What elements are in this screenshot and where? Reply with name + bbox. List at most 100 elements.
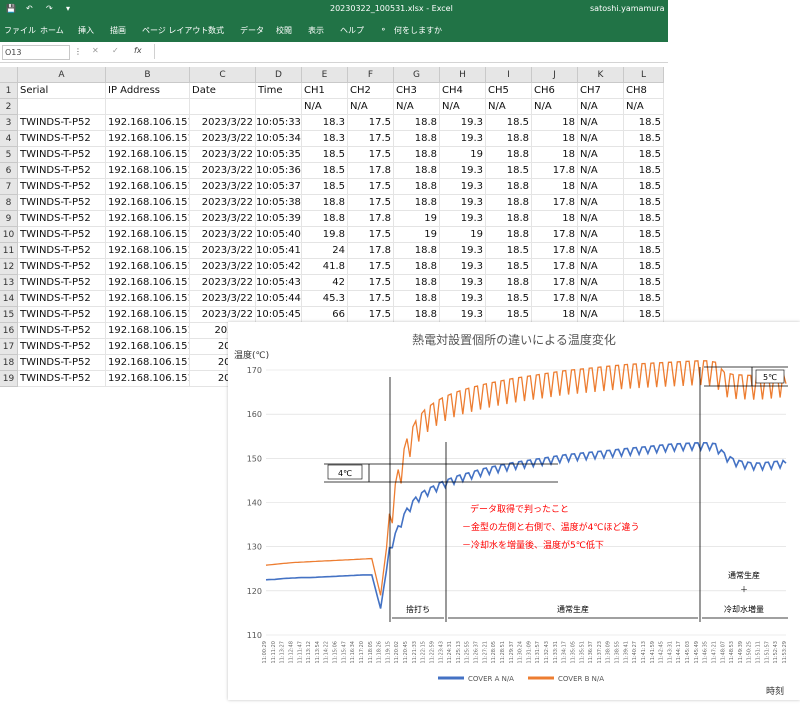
table-cell[interactable]: 18.8 <box>394 147 440 163</box>
tab-insert[interactable]: 挿入 <box>78 25 94 36</box>
table-cell[interactable]: TWINDS-T-P52 <box>18 115 106 131</box>
table-cell[interactable]: CH4 <box>440 83 486 99</box>
row-header[interactable]: 18 <box>0 355 18 371</box>
table-cell[interactable]: 19.3 <box>440 259 486 275</box>
table-cell[interactable]: 18 <box>532 115 578 131</box>
table-cell[interactable]: 18.3 <box>302 115 348 131</box>
table-cell[interactable]: 10:05:45 <box>256 307 302 323</box>
table-cell[interactable]: N/A <box>578 179 624 195</box>
table-cell[interactable] <box>190 99 256 115</box>
table-cell[interactable]: 18.8 <box>486 147 532 163</box>
table-cell[interactable]: 17.8 <box>532 195 578 211</box>
table-cell[interactable]: N/A <box>348 99 394 115</box>
table-cell[interactable]: N/A <box>624 99 664 115</box>
table-cell[interactable]: TWINDS-T-P52 <box>18 323 106 339</box>
redo-icon[interactable]: ↷ <box>46 4 53 13</box>
column-header[interactable]: C <box>190 67 256 83</box>
tab-file[interactable]: ファイル <box>4 25 36 36</box>
table-cell[interactable]: 18.5 <box>624 211 664 227</box>
table-cell[interactable]: TWINDS-T-P52 <box>18 227 106 243</box>
column-header[interactable]: D <box>256 67 302 83</box>
table-cell[interactable]: CH6 <box>532 83 578 99</box>
table-cell[interactable]: N/A <box>578 227 624 243</box>
table-cell[interactable] <box>18 99 106 115</box>
cancel-icon[interactable]: ✕ <box>92 46 99 55</box>
column-header[interactable]: E <box>302 67 348 83</box>
table-cell[interactable]: 17.5 <box>348 179 394 195</box>
table-cell[interactable]: N/A <box>578 163 624 179</box>
table-cell[interactable]: 18 <box>532 179 578 195</box>
table-cell[interactable]: TWINDS-T-P52 <box>18 339 106 355</box>
table-cell[interactable]: 18.5 <box>486 243 532 259</box>
table-cell[interactable]: 17.5 <box>348 131 394 147</box>
table-cell[interactable]: 18.8 <box>394 115 440 131</box>
table-cell[interactable]: 192.168.106.151 <box>106 323 190 339</box>
table-cell[interactable]: 17.8 <box>532 243 578 259</box>
column-header[interactable]: G <box>394 67 440 83</box>
table-cell[interactable]: 41.8 <box>302 259 348 275</box>
table-cell[interactable]: 18.8 <box>394 243 440 259</box>
table-cell[interactable]: 17.5 <box>348 259 394 275</box>
table-cell[interactable]: 17.8 <box>532 163 578 179</box>
table-cell[interactable]: 19.8 <box>302 227 348 243</box>
row-header[interactable]: 17 <box>0 339 18 355</box>
table-cell[interactable]: Date <box>190 83 256 99</box>
row-header[interactable]: 19 <box>0 371 18 387</box>
table-cell[interactable]: N/A <box>302 99 348 115</box>
formula-input[interactable] <box>154 44 667 59</box>
table-cell[interactable]: N/A <box>578 195 624 211</box>
table-cell[interactable]: 2023/3/22 <box>190 275 256 291</box>
table-cell[interactable]: 18 <box>532 131 578 147</box>
table-cell[interactable]: IP Address <box>106 83 190 99</box>
table-cell[interactable]: 19.3 <box>440 179 486 195</box>
table-cell[interactable]: 19.3 <box>440 131 486 147</box>
column-header[interactable]: K <box>578 67 624 83</box>
tab-data[interactable]: データ <box>240 25 264 36</box>
table-cell[interactable]: 2023/3/22 <box>190 179 256 195</box>
table-cell[interactable]: 24 <box>302 243 348 259</box>
table-cell[interactable]: 17.8 <box>348 243 394 259</box>
table-cell[interactable]: 2023/3/22 <box>190 195 256 211</box>
table-cell[interactable]: 17.8 <box>532 259 578 275</box>
table-cell[interactable]: 18.8 <box>394 163 440 179</box>
table-cell[interactable]: N/A <box>440 99 486 115</box>
row-header[interactable]: 7 <box>0 179 18 195</box>
table-cell[interactable]: 192.168.106.151 <box>106 163 190 179</box>
table-cell[interactable]: 18.8 <box>486 131 532 147</box>
tab-view[interactable]: 表示 <box>308 25 324 36</box>
table-cell[interactable]: N/A <box>578 147 624 163</box>
table-cell[interactable]: 18.8 <box>394 259 440 275</box>
column-header[interactable]: L <box>624 67 664 83</box>
table-cell[interactable]: 18 <box>532 307 578 323</box>
table-cell[interactable]: 18.3 <box>302 131 348 147</box>
table-cell[interactable]: 19.3 <box>440 163 486 179</box>
table-cell[interactable]: 45.3 <box>302 291 348 307</box>
table-cell[interactable]: N/A <box>578 211 624 227</box>
table-cell[interactable]: CH8 <box>624 83 664 99</box>
table-cell[interactable]: 2023/3/22 <box>190 211 256 227</box>
table-cell[interactable]: 42 <box>302 275 348 291</box>
table-cell[interactable]: 17.8 <box>532 275 578 291</box>
table-cell[interactable]: N/A <box>486 99 532 115</box>
table-cell[interactable]: 192.168.106.151 <box>106 259 190 275</box>
table-cell[interactable]: TWINDS-T-P52 <box>18 275 106 291</box>
table-cell[interactable]: 18.5 <box>624 307 664 323</box>
table-cell[interactable]: 18.5 <box>624 243 664 259</box>
table-cell[interactable]: 2023/3/22 <box>190 147 256 163</box>
table-cell[interactable]: 18.5 <box>624 147 664 163</box>
table-cell[interactable]: 10:05:35 <box>256 147 302 163</box>
table-cell[interactable]: 18.5 <box>624 275 664 291</box>
table-cell[interactable]: 19.3 <box>440 307 486 323</box>
table-cell[interactable]: 17.8 <box>348 163 394 179</box>
table-cell[interactable]: 18 <box>532 147 578 163</box>
table-cell[interactable]: 18.8 <box>394 307 440 323</box>
row-header[interactable]: 16 <box>0 323 18 339</box>
table-cell[interactable]: 19 <box>394 227 440 243</box>
table-cell[interactable]: N/A <box>578 291 624 307</box>
table-cell[interactable]: N/A <box>532 99 578 115</box>
table-cell[interactable]: TWINDS-T-P52 <box>18 259 106 275</box>
row-header[interactable]: 15 <box>0 307 18 323</box>
table-cell[interactable]: 19.3 <box>440 115 486 131</box>
table-cell[interactable]: 17.5 <box>348 275 394 291</box>
table-cell[interactable]: TWINDS-T-P52 <box>18 371 106 387</box>
